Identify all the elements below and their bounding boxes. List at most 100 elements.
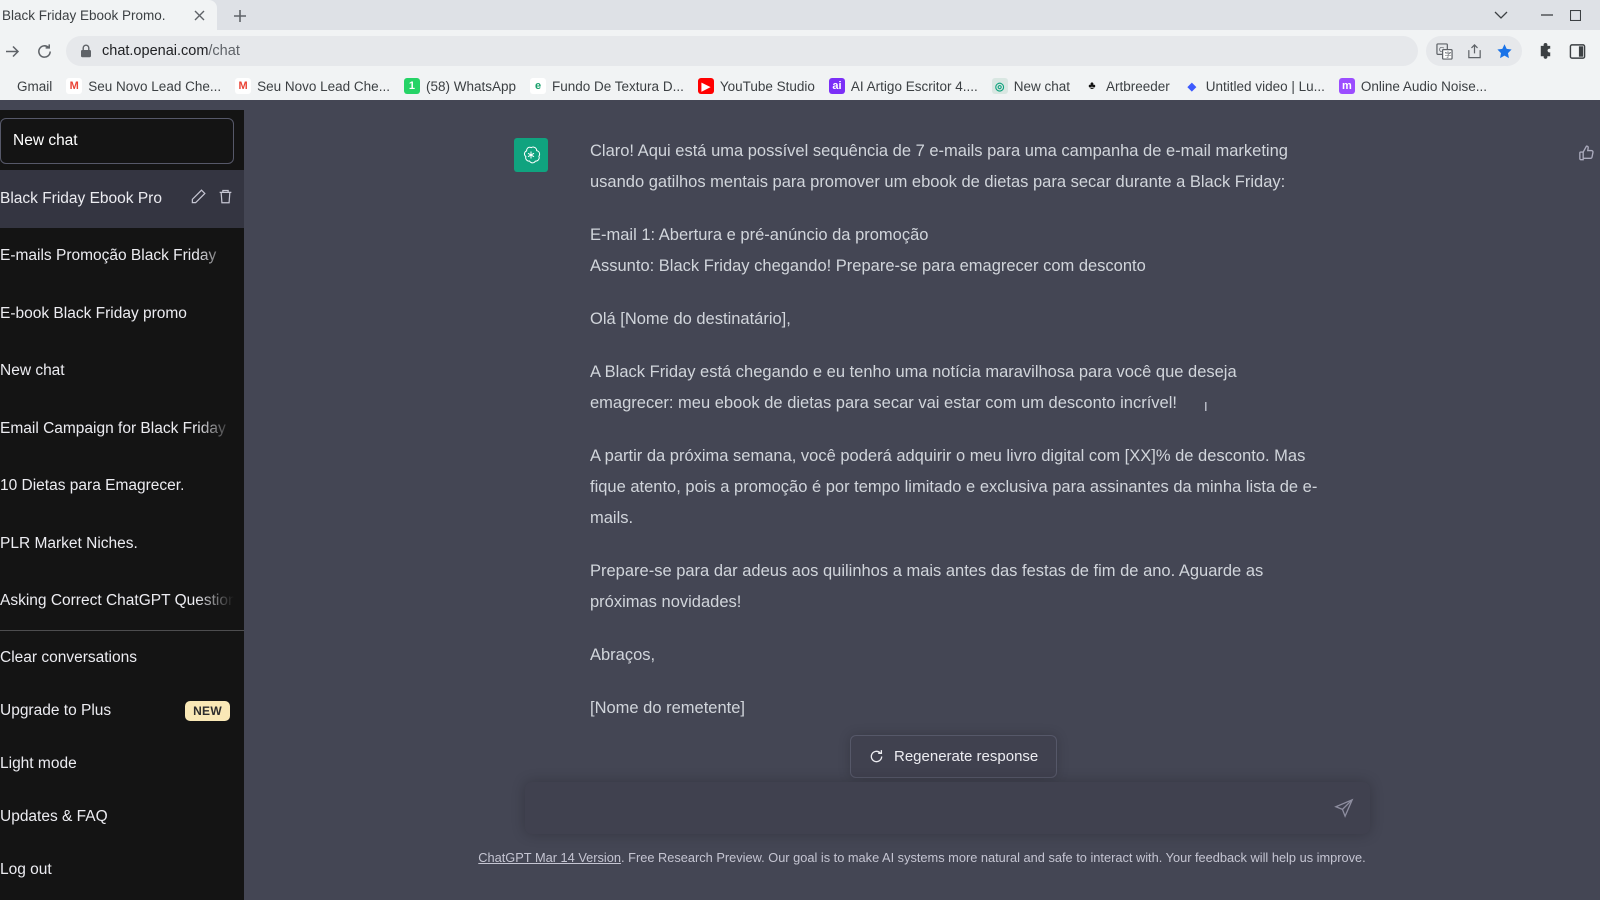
conversation-item[interactable]: Asking Correct ChatGPT Questions bbox=[0, 573, 244, 631]
bookmarks-bar: Gmail M Seu Novo Lead Che... M Seu Novo Lead… bbox=[0, 72, 1600, 100]
toolbar-actions: G字 bbox=[1426, 36, 1592, 66]
message-paragraph: Olá [Nome do destinatário], bbox=[590, 310, 791, 328]
sidebar-menu-item[interactable]: Clear conversations bbox=[0, 631, 244, 684]
new-badge: NEW bbox=[185, 700, 230, 721]
bookmark-item[interactable]: M Seu Novo Lead Che... bbox=[228, 75, 397, 97]
sidebar-menu-label: Light mode bbox=[0, 754, 77, 772]
chat-input[interactable] bbox=[525, 799, 1324, 817]
address-bar[interactable]: chat.openai.com/chat bbox=[66, 36, 1418, 66]
conversation-label: E-book Black Friday promo bbox=[0, 304, 187, 322]
message-paragraph: E-mail 1: Abertura e pré-anúncio da prom… bbox=[590, 226, 1146, 275]
conversation-actions bbox=[190, 188, 234, 210]
message-paragraph: [Nome do remetente] bbox=[590, 699, 745, 717]
new-chat-label: New chat bbox=[13, 132, 78, 149]
openai-icon: ◎ bbox=[991, 78, 1008, 94]
message-composer[interactable] bbox=[525, 782, 1370, 834]
sidebar-menu-item[interactable]: Updates & FAQ bbox=[0, 790, 244, 843]
media-io-icon: m bbox=[1338, 78, 1355, 94]
bookmark-item[interactable]: ◆ Untitled video | Lu... bbox=[1177, 75, 1332, 97]
new-tab-icon[interactable] bbox=[225, 2, 255, 30]
arrow-forward-icon[interactable] bbox=[0, 35, 28, 67]
sidebar-menu-label: Updates & FAQ bbox=[0, 807, 108, 825]
conversation-item[interactable]: Black Friday Ebook Pro bbox=[0, 170, 244, 228]
svg-text:字: 字 bbox=[1444, 50, 1451, 59]
conversation-label: E-mails Promoção Black Friday bbox=[0, 247, 217, 265]
sidebar-menu-item[interactable]: Log out bbox=[0, 843, 244, 896]
bookmark-label: Untitled video | Lu... bbox=[1205, 78, 1325, 94]
window-controls bbox=[1478, 0, 1600, 30]
chat-main: Claro! Aqui está uma possível sequência … bbox=[244, 110, 1600, 900]
regenerate-response-button[interactable]: Regenerate response bbox=[850, 735, 1058, 778]
sidebar-menu-label: Clear conversations bbox=[0, 648, 137, 666]
youtube-icon: ▶ bbox=[697, 78, 714, 94]
bookmark-item[interactable]: ♣ Artbreeder bbox=[1077, 75, 1177, 97]
message-paragraph: A partir da próxima semana, você poderá … bbox=[590, 447, 1318, 527]
bookmark-label: Artbreeder bbox=[1106, 78, 1170, 94]
bookmark-label: Seu Novo Lead Che... bbox=[88, 78, 222, 94]
bookmark-item[interactable]: 1 (58) WhatsApp bbox=[397, 75, 523, 97]
openai-logo-icon bbox=[514, 138, 548, 172]
artbreeder-icon: ♣ bbox=[1088, 80, 1096, 92]
bookmark-item[interactable]: Gmail bbox=[0, 75, 59, 97]
sidebar-menu-item[interactable]: Light mode bbox=[0, 737, 244, 790]
minimize-icon[interactable] bbox=[1524, 0, 1570, 30]
conversation-label: Asking Correct ChatGPT Questions bbox=[0, 592, 234, 610]
lumen5-icon: ◆ bbox=[1187, 80, 1197, 93]
thumbs-up-icon[interactable] bbox=[1577, 144, 1596, 168]
conversation-list: Black Friday Ebook Pro E-mails Promoção B… bbox=[0, 170, 244, 630]
send-icon[interactable] bbox=[1324, 788, 1364, 828]
sidebar-menu-label: Log out bbox=[0, 860, 52, 878]
share-icon[interactable] bbox=[1459, 36, 1489, 66]
message-feedback bbox=[1577, 144, 1600, 168]
bookmark-label: Gmail bbox=[17, 78, 53, 94]
extensions-puzzle-icon[interactable] bbox=[1530, 36, 1560, 66]
bookmark-label: (58) WhatsApp bbox=[425, 78, 516, 94]
browser-toolbar: chat.openai.com/chat G字 bbox=[0, 30, 1600, 72]
conversation-item[interactable]: Email Campaign for Black Friday bbox=[0, 400, 244, 458]
pencil-icon[interactable] bbox=[190, 188, 207, 210]
bookmark-item[interactable]: ◎ New chat bbox=[985, 75, 1077, 97]
gmail-icon: M bbox=[235, 78, 252, 94]
conversation-item[interactable]: 10 Dietas para Emagrecer. bbox=[0, 458, 244, 516]
bookmark-item[interactable]: M Seu Novo Lead Che... bbox=[59, 75, 228, 97]
chevron-down-icon[interactable] bbox=[1478, 0, 1524, 30]
sidebar-menu-item[interactable]: Upgrade to Plus NEW bbox=[0, 684, 244, 737]
message-paragraph: Prepare-se para dar adeus aos quilinhos … bbox=[590, 562, 1264, 611]
conversation-label: 10 Dietas para Emagrecer. bbox=[0, 477, 185, 495]
text-cursor: I bbox=[1204, 399, 1208, 414]
sidebar: New chat Black Friday Ebook Pro E-mails P… bbox=[0, 110, 244, 900]
translate-icon[interactable]: G字 bbox=[1429, 36, 1459, 66]
bookmark-item[interactable]: ai AI Artigo Escritor 4.... bbox=[822, 75, 985, 97]
regenerate-response-wrapper: Regenerate response bbox=[850, 735, 1058, 778]
browser-tab[interactable]: Black Friday Ebook Promo. bbox=[0, 0, 217, 30]
conversation-item[interactable]: E-book Black Friday promo bbox=[0, 285, 244, 343]
close-icon[interactable] bbox=[189, 5, 209, 25]
page-content: New chat Black Friday Ebook Pro E-mails P… bbox=[0, 110, 1600, 900]
conversation-item[interactable]: E-mails Promoção Black Friday bbox=[0, 228, 244, 286]
footer-text: . Free Research Preview. Our goal is to … bbox=[621, 850, 1366, 865]
conversation-item[interactable]: New chat bbox=[0, 343, 244, 401]
trash-icon[interactable] bbox=[217, 188, 234, 210]
reload-icon[interactable] bbox=[28, 35, 60, 67]
maximize-icon[interactable] bbox=[1570, 0, 1600, 30]
gmail-icon bbox=[0, 78, 11, 94]
whatsapp-icon: 1 bbox=[403, 78, 420, 94]
footer-disclaimer: ChatGPT Mar 14 Version. Free Research Pr… bbox=[244, 850, 1600, 865]
assistant-message: Claro! Aqui está uma possível sequência … bbox=[514, 136, 1600, 724]
bookmark-label: YouTube Studio bbox=[719, 78, 815, 94]
bookmark-item[interactable]: ▶ YouTube Studio bbox=[691, 75, 822, 97]
bookmark-label: AI Artigo Escritor 4.... bbox=[850, 78, 978, 94]
bookmark-star-icon[interactable] bbox=[1489, 36, 1519, 66]
tab-title: Black Friday Ebook Promo. bbox=[2, 7, 166, 23]
bookmark-item[interactable]: m Online Audio Noise... bbox=[1332, 75, 1494, 97]
message-paragraph: Claro! Aqui está uma possível sequência … bbox=[590, 142, 1288, 191]
bookmark-item[interactable]: e Fundo De Textura D... bbox=[523, 75, 691, 97]
omnibox-action-group: G字 bbox=[1426, 36, 1522, 66]
regenerate-label: Regenerate response bbox=[894, 748, 1039, 765]
new-chat-button[interactable]: New chat bbox=[0, 118, 234, 164]
version-link[interactable]: ChatGPT Mar 14 Version bbox=[478, 850, 621, 865]
conversation-item[interactable]: PLR Market Niches. bbox=[0, 515, 244, 573]
side-panel-icon[interactable] bbox=[1562, 36, 1592, 66]
bookmark-label: Seu Novo Lead Che... bbox=[257, 78, 390, 94]
message-paragraph: Abraços, bbox=[590, 646, 656, 664]
